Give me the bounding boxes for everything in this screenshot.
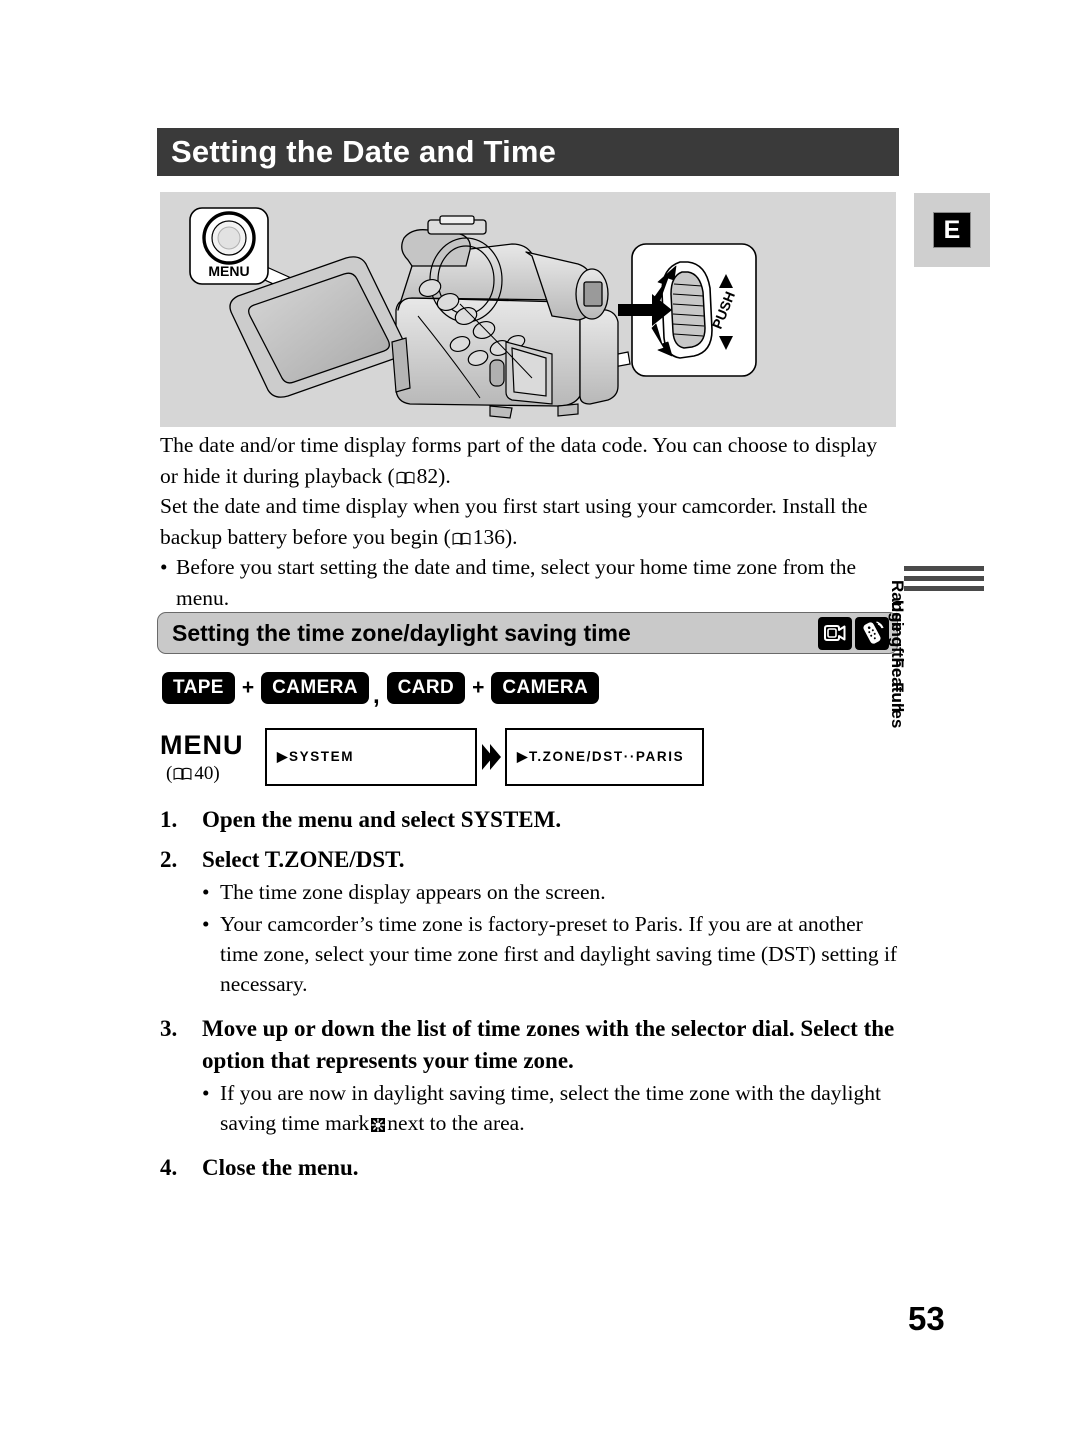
side-tab-label-line-2: Range of Features <box>888 580 907 729</box>
menu-screen-tzone-text: ▶T.ZONE/DST··PARIS <box>517 749 685 764</box>
intro-paragraph-1: The date and/or time display forms part … <box>160 430 900 491</box>
menu-button-callout: MENU <box>189 207 269 285</box>
badge-camera-1: CAMERA <box>261 672 369 704</box>
step-3-number: 3. <box>160 1016 178 1042</box>
intro-bullet-text: Before you start setting the date and ti… <box>176 555 857 610</box>
step-1-heading: Open the menu and select SYSTEM. <box>202 807 562 832</box>
language-tab-box: E <box>933 212 971 248</box>
intro-p1-text: The date and/or time display forms part … <box>160 433 878 488</box>
double-chevron-right-icon <box>482 744 501 770</box>
remote-icon-svg <box>863 621 884 644</box>
bullet-marker: • <box>160 555 168 580</box>
step-2-heading: Select T.ZONE/DST. <box>202 847 405 873</box>
menu-screen-tzone: ▶T.ZONE/DST··PARIS <box>505 728 704 786</box>
step-3-bullets: • If you are now in daylight saving time… <box>202 1078 902 1138</box>
mode-badge-row: TAPE + CAMERA , CARD + CAMERA <box>162 672 600 709</box>
language-tab: E <box>914 193 990 267</box>
menu-ref-close: ) <box>213 763 220 784</box>
remote-icon <box>855 616 889 650</box>
book-page-ref-icon <box>173 767 192 780</box>
bullet-marker: • <box>202 912 210 937</box>
language-tab-label: E <box>943 215 961 244</box>
subsection-icon-group <box>818 616 897 650</box>
camcorder-illustration-svg: MENU PUSH <box>189 207 757 419</box>
side-tab-bar-1 <box>904 566 984 571</box>
intro-p2-page-ref: 136 <box>472 524 505 549</box>
menu-screen-system: ▶SYSTEM <box>265 728 477 786</box>
page-number: 53 <box>908 1300 945 1337</box>
side-tab-bar-2 <box>904 576 984 581</box>
step-2-bullets: • The time zone display appears on the s… <box>202 877 902 999</box>
camcorder-icon <box>818 616 852 650</box>
step-2-bullet-2-text: Your camcorder’s time zone is factory-pr… <box>220 912 898 997</box>
menu-ref-open: ( <box>166 763 173 784</box>
step-1: 1. Open the menu and select SYSTEM. <box>160 804 902 835</box>
subsection-title: Setting the time zone/daylight saving ti… <box>172 619 631 646</box>
badge-plus-1: + <box>241 676 255 699</box>
menu-ref-number: 40 <box>194 763 214 784</box>
intro-p1-end: ). <box>438 463 451 488</box>
selector-dial-callout: PUSH <box>618 243 757 377</box>
step-2-number: 2. <box>160 847 178 873</box>
badge-separator: , <box>372 682 380 709</box>
menu-screen-system-text: ▶SYSTEM <box>277 749 355 764</box>
intro-bullet-item: • Before you start setting the date and … <box>160 552 900 613</box>
step-2-bullet-1: • The time zone display appears on the s… <box>202 877 902 907</box>
step-4: 4. Close the menu. <box>160 1152 902 1183</box>
side-tab-bars <box>904 566 984 596</box>
step-3-bullet-post: next to the area. <box>387 1110 525 1135</box>
step-3-bullet-1: • If you are now in daylight saving time… <box>202 1078 902 1138</box>
menu-callout-label: MENU <box>208 263 249 279</box>
step-2-bullet-1-text: The time zone display appears on the scr… <box>220 880 606 905</box>
menu-keyword: MENU <box>160 730 244 760</box>
menu-label-column: MENU (40) <box>160 728 265 785</box>
step-2: 2. Select T.ZONE/DST. <box>160 844 902 875</box>
badge-tape: TAPE <box>162 672 235 704</box>
step-1-number: 1. <box>160 807 178 832</box>
badge-card: CARD <box>386 672 466 704</box>
book-page-ref-icon <box>396 471 415 484</box>
menu-navigation-row: MENU (40) ▶SYSTEM ▶T.ZONE/DST··PARIS <box>160 728 704 786</box>
intro-text-block: The date and/or time display forms part … <box>160 430 900 613</box>
step-3-heading: Move up or down the list of time zones w… <box>202 1016 895 1073</box>
step-4-heading: Close the menu. <box>202 1154 359 1180</box>
procedure-steps: 1. Open the menu and select SYSTEM. 2. S… <box>160 804 902 1183</box>
side-tab-bar-3 <box>904 586 984 591</box>
page-title-bar: Setting the Date and Time <box>157 128 899 176</box>
chapter-side-tab: Using the Full Range of Features <box>888 566 998 786</box>
step-2-bullet-2: • Your camcorder’s time zone is factory-… <box>202 909 902 999</box>
step-3-bullet-pre: If you are now in daylight saving time, … <box>220 1080 881 1135</box>
intro-paragraph-2: Set the date and time display when you f… <box>160 491 900 552</box>
menu-page-reference: (40) <box>160 763 265 785</box>
subsection-header: Setting the time zone/daylight saving ti… <box>157 612 898 654</box>
intro-p2-end: ). <box>504 524 518 549</box>
bullet-marker: • <box>202 880 210 905</box>
bullet-marker: • <box>202 1080 210 1105</box>
step-4-number: 4. <box>160 1154 178 1180</box>
badge-plus-2: + <box>472 676 485 699</box>
menu-flow-chevron <box>477 728 505 786</box>
step-3-bullet-1-text: If you are now in daylight saving time, … <box>220 1078 902 1138</box>
camcorder-illustration: MENU PUSH <box>160 192 896 427</box>
daylight-saving-time-mark-icon <box>371 1117 386 1132</box>
intro-p1-page-ref: 82 <box>416 463 439 488</box>
badge-camera-2: CAMERA <box>491 672 600 704</box>
camcorder-icon-svg <box>824 625 846 641</box>
step-3: 3. Move up or down the list of time zone… <box>160 1013 902 1075</box>
book-page-ref-icon <box>452 532 471 545</box>
page-title: Setting the Date and Time <box>171 134 557 169</box>
manual-page: Setting the Date and Time E MENU PUSH Th… <box>0 0 1080 1443</box>
